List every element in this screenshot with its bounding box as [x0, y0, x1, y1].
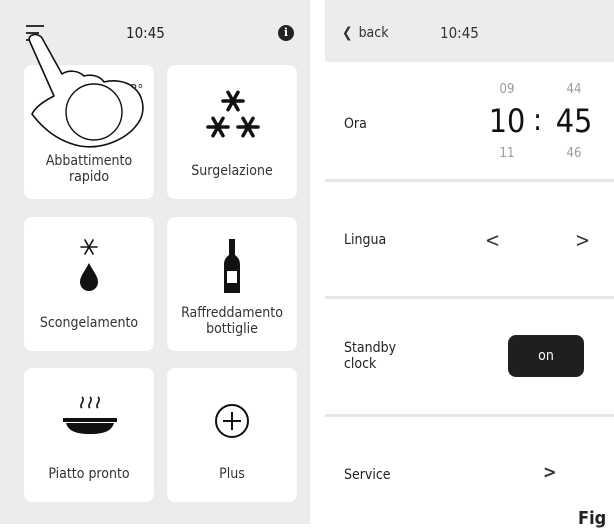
tile-label: Scongelamento [39, 315, 139, 331]
chevron-left-icon: ❮ [342, 25, 353, 41]
minute-current[interactable]: 45 [549, 102, 599, 140]
back-label: back [358, 25, 389, 41]
hour-current[interactable]: 10 [482, 102, 532, 140]
info-icon[interactable]: i [278, 25, 294, 41]
tile-raffreddamento-bottiglie[interactable]: Raffreddamento bottiglie [167, 217, 297, 351]
plate-icon [63, 396, 117, 434]
settings-row-service[interactable]: Service > [325, 417, 614, 524]
tile-scongelamento[interactable]: Scongelamento [24, 217, 154, 351]
bottle-icon [224, 239, 240, 293]
row-label: Standby clock [344, 340, 396, 372]
thaw-drop-icon [80, 239, 98, 291]
tile-plus[interactable]: Plus [167, 368, 297, 502]
main-menu-panel: 10:45 i 3° Abbattimento rapido Surgelazi… [0, 0, 310, 524]
back-button[interactable]: ❮ back [342, 25, 389, 41]
tile-label: Piatto pronto [48, 466, 130, 482]
row-label-line: clock [344, 356, 377, 372]
row-label: Service [344, 467, 391, 483]
chevron-left-icon[interactable]: < [485, 228, 500, 252]
plus-circle-icon [215, 404, 249, 438]
hour-previous[interactable]: 09 [487, 82, 527, 97]
right-top-bar: ❮ back 10:45 [325, 0, 614, 62]
tile-label: Raffreddamento bottiglie [181, 305, 283, 337]
minute-next[interactable]: 46 [554, 146, 594, 161]
minute-previous[interactable]: 44 [554, 82, 594, 97]
chevron-right-icon[interactable]: > [575, 228, 590, 252]
hand-tap-icon [28, 33, 144, 148]
settings-panel: ❮ back 10:45 Ora 09 10 : 11 44 45 46 Ling… [325, 0, 614, 524]
tile-surgelazione[interactable]: Surgelazione [167, 65, 297, 199]
figure-caption: Fig [578, 508, 607, 529]
tile-label: Surgelazione [191, 163, 273, 179]
row-label-line: Standby [344, 340, 397, 356]
settings-row-lingua: Lingua < > [325, 182, 614, 296]
clock-time: 10:45 [440, 24, 479, 42]
hour-next[interactable]: 11 [487, 146, 527, 161]
snowflakes-icon [206, 90, 260, 138]
tile-label: Plus [219, 466, 245, 482]
standby-toggle-button[interactable]: on [508, 335, 584, 377]
row-label: Lingua [344, 232, 387, 248]
tile-piatto-pronto[interactable]: Piatto pronto [24, 368, 154, 502]
time-separator: : [533, 103, 543, 138]
chevron-right-icon[interactable]: > [543, 462, 557, 483]
row-label: Ora [344, 116, 367, 132]
settings-row-ora: Ora 09 10 : 11 44 45 46 [325, 62, 614, 179]
